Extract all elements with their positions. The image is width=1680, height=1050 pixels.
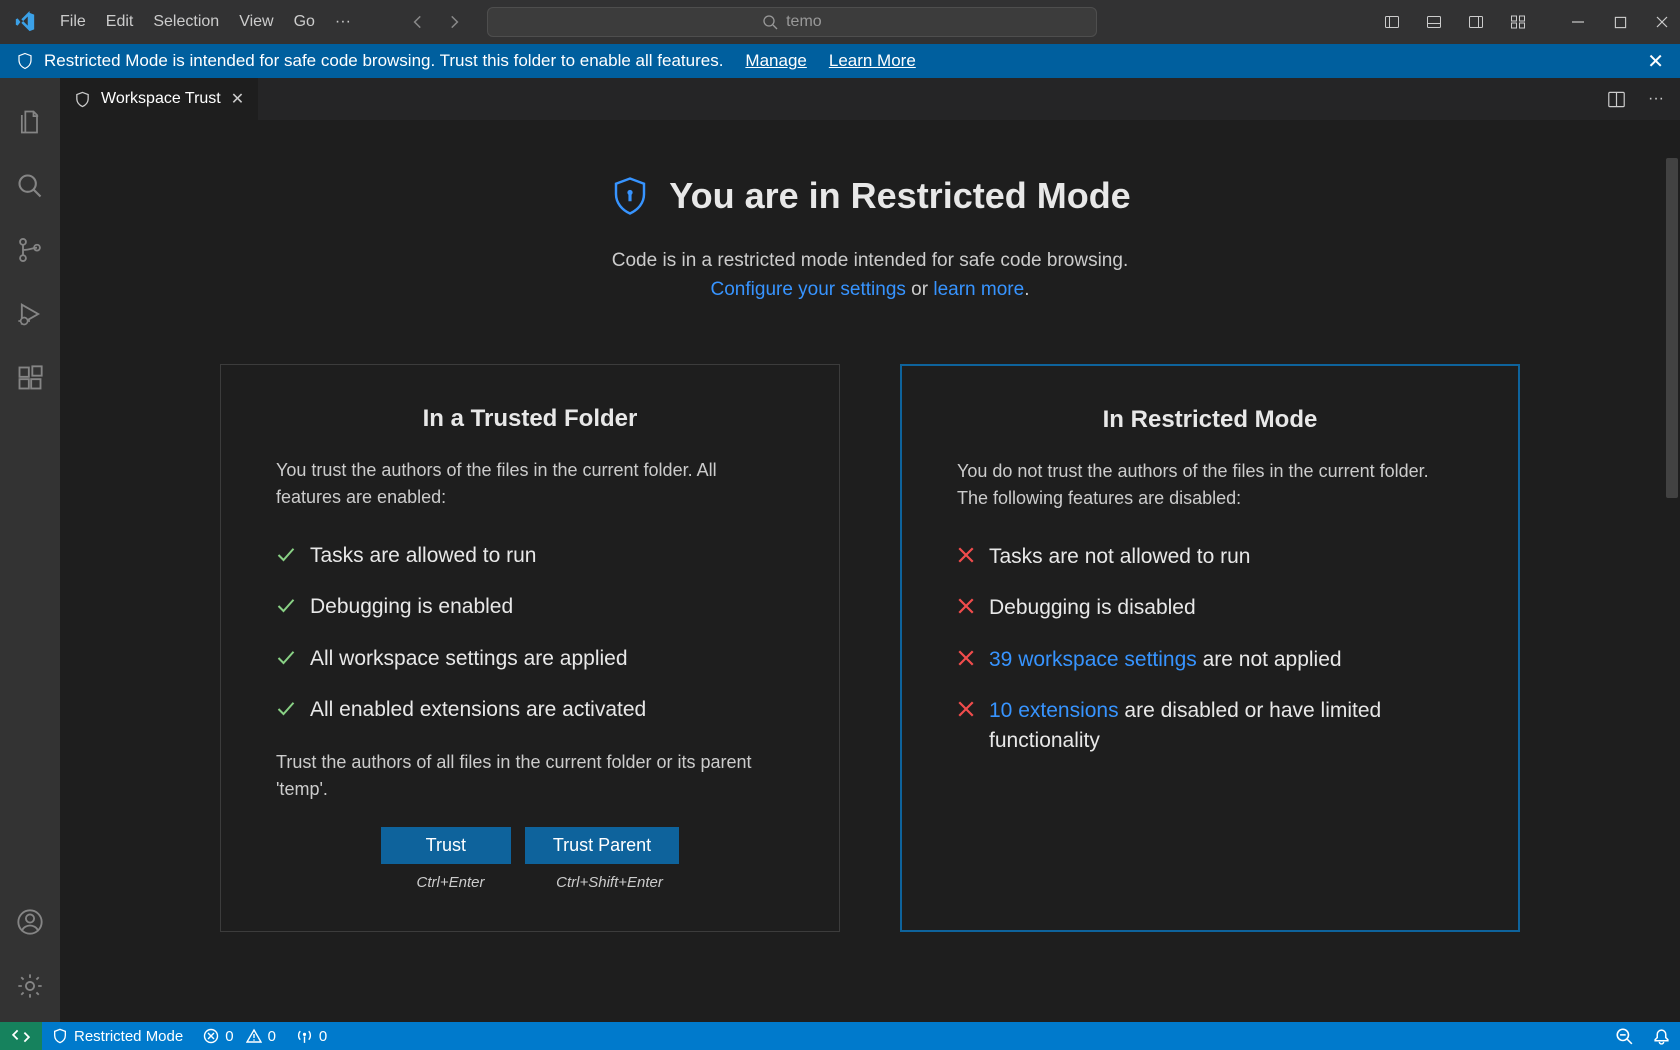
check-icon (276, 596, 296, 616)
restricted-feature-item: 10 extensions are disabled or have limit… (957, 696, 1463, 755)
learn-more-link[interactable]: learn more (933, 279, 1024, 300)
trusted-feature-item: All workspace settings are applied (276, 644, 784, 673)
bell-icon (1653, 1028, 1670, 1045)
zoom-icon (1615, 1027, 1633, 1045)
menu-more-icon[interactable]: ··· (325, 13, 361, 31)
status-notifications[interactable] (1643, 1022, 1680, 1050)
menu-edit[interactable]: Edit (96, 13, 144, 31)
source-control-icon[interactable] (14, 234, 46, 266)
restricted-mode-banner: Restricted Mode is intended for safe cod… (0, 44, 1680, 78)
run-debug-icon[interactable] (14, 298, 46, 330)
trusted-feature-item: Tasks are allowed to run (276, 541, 784, 570)
check-icon (276, 648, 296, 668)
subtitle-line1: Code is in a restricted mode intended fo… (100, 247, 1640, 276)
trusted-folder-box: In a Trusted Folder You trust the author… (220, 364, 840, 932)
status-ports[interactable]: 0 (286, 1022, 337, 1050)
workspace-trust-content: You are in Restricted Mode Code is in a … (60, 120, 1680, 1022)
tab-workspace-trust[interactable]: Workspace Trust ✕ (60, 78, 259, 120)
configure-settings-link[interactable]: Configure your settings (711, 279, 906, 300)
vscode-logo-icon (14, 11, 36, 33)
shield-icon (16, 52, 34, 70)
check-icon (276, 545, 296, 565)
search-icon (762, 14, 778, 30)
workspace-settings-link[interactable]: 39 workspace settings (989, 648, 1197, 671)
menu-go[interactable]: Go (284, 13, 325, 31)
trusted-box-title: In a Trusted Folder (276, 405, 784, 433)
trust-parent-button[interactable]: Trust Parent (525, 827, 679, 864)
menu-view[interactable]: View (229, 13, 283, 31)
restricted-box-desc: You do not trust the authors of the file… (957, 458, 1463, 512)
warning-icon (246, 1028, 262, 1044)
customize-layout-icon[interactable] (1510, 14, 1526, 30)
window-close-icon[interactable] (1654, 14, 1670, 30)
restricted-mode-box: In Restricted Mode You do not trust the … (900, 364, 1520, 932)
x-icon (957, 649, 975, 667)
window-minimize-icon[interactable] (1570, 14, 1586, 30)
hero-title: You are in Restricted Mode (669, 175, 1130, 217)
x-icon (957, 546, 975, 564)
minimap[interactable] (1664, 128, 1680, 1022)
layout-sidebar-right-icon[interactable] (1468, 14, 1484, 30)
status-restricted-mode[interactable]: Restricted Mode (42, 1022, 193, 1050)
scrollbar-thumb[interactable] (1666, 158, 1678, 498)
shield-icon (74, 91, 91, 108)
restricted-box-title: In Restricted Mode (957, 406, 1463, 434)
more-actions-icon[interactable]: ··· (1648, 90, 1664, 108)
status-feedback[interactable] (1605, 1022, 1643, 1050)
trusted-box-desc: You trust the authors of the files in th… (276, 457, 784, 511)
trusted-feature-item: Debugging is enabled (276, 592, 784, 621)
shield-lock-icon (609, 175, 651, 217)
error-icon (203, 1028, 219, 1044)
x-icon (957, 700, 975, 718)
radio-tower-icon (296, 1028, 313, 1045)
trusted-box-footer: Trust the authors of all files in the cu… (276, 749, 784, 803)
tab-bar: Workspace Trust ✕ ··· (60, 78, 1680, 120)
explorer-icon[interactable] (14, 106, 46, 138)
x-icon (957, 597, 975, 615)
menu-file[interactable]: File (50, 13, 96, 31)
trust-parent-shortcut: Ctrl+Shift+Enter (537, 874, 682, 891)
banner-message: Restricted Mode is intended for safe cod… (44, 51, 723, 71)
extensions-link[interactable]: 10 extensions (989, 699, 1119, 722)
extensions-icon[interactable] (14, 362, 46, 394)
accounts-icon[interactable] (14, 906, 46, 938)
nav-back-icon[interactable] (409, 13, 427, 31)
nav-forward-icon[interactable] (445, 13, 463, 31)
tab-title: Workspace Trust (101, 90, 221, 108)
titlebar: File Edit Selection View Go ··· temo (0, 0, 1680, 44)
remote-indicator[interactable] (0, 1022, 42, 1050)
layout-sidebar-left-icon[interactable] (1384, 14, 1400, 30)
window-maximize-icon[interactable] (1612, 14, 1628, 30)
restricted-feature-item: Tasks are not allowed to run (957, 542, 1463, 571)
search-text: temo (786, 13, 822, 31)
trust-button[interactable]: Trust (381, 827, 511, 864)
check-icon (276, 699, 296, 719)
banner-manage-link[interactable]: Manage (745, 51, 806, 71)
command-center-search[interactable]: temo (487, 7, 1097, 37)
banner-close-icon[interactable]: ✕ (1647, 49, 1664, 74)
editor-area: Workspace Trust ✕ ··· You are in Restric… (60, 78, 1680, 1022)
subtitle-or: or (906, 279, 933, 300)
trust-shortcut: Ctrl+Enter (378, 874, 523, 891)
settings-gear-icon[interactable] (14, 970, 46, 1002)
restricted-feature-item: Debugging is disabled (957, 593, 1463, 622)
split-editor-icon[interactable] (1607, 90, 1626, 109)
menu-selection[interactable]: Selection (143, 13, 229, 31)
search-icon[interactable] (14, 170, 46, 202)
activity-bar (0, 78, 60, 1022)
layout-panel-icon[interactable] (1426, 14, 1442, 30)
status-problems[interactable]: 0 0 (193, 1022, 286, 1050)
trusted-feature-item: All enabled extensions are activated (276, 695, 784, 724)
restricted-feature-item: 39 workspace settings are not applied (957, 645, 1463, 674)
shield-icon (52, 1028, 68, 1044)
tab-close-icon[interactable]: ✕ (231, 89, 244, 109)
banner-learn-more-link[interactable]: Learn More (829, 51, 916, 71)
status-bar: Restricted Mode 0 0 0 (0, 1022, 1680, 1050)
